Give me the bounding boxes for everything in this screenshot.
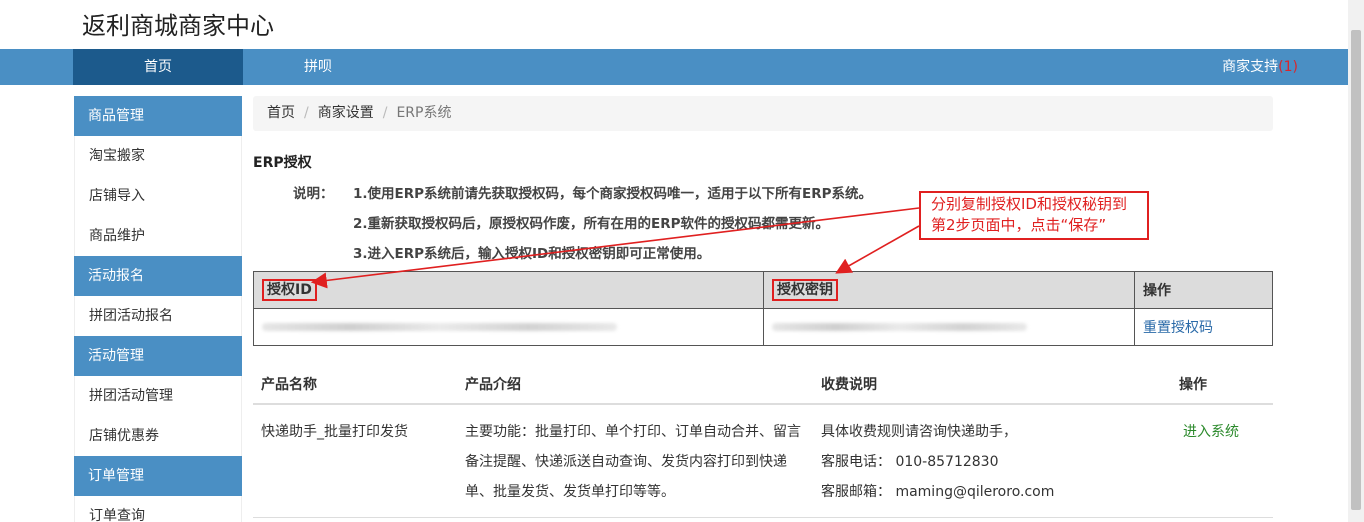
sidebar: 商品管理 淘宝搬家 店铺导入 商品维护 活动报名 拼团活动报名 活动管理 拼团活… bbox=[74, 96, 242, 522]
table-row: 快递助手_批量打印发货 主要功能：批量打印、单个打印、订单自动合并、留言备注提醒… bbox=[253, 404, 1273, 518]
product-intro-header: 产品介绍 bbox=[457, 364, 813, 405]
sidebar-item-shop-coupon[interactable]: 店铺优惠券 bbox=[74, 416, 242, 456]
reset-auth-code-link[interactable]: 重置授权码 bbox=[1143, 320, 1213, 336]
sidebar-item-group-signup[interactable]: 拼团活动报名 bbox=[74, 296, 242, 336]
sidebar-item-goods-maintain[interactable]: 商品维护 bbox=[74, 216, 242, 256]
auth-id-highlight: 授权ID bbox=[262, 279, 317, 301]
page-scrollbar[interactable] bbox=[1348, 0, 1364, 522]
auth-secret-value[interactable] bbox=[763, 308, 1135, 346]
fee-line-1: 具体收费规则请咨询快递助手， bbox=[821, 424, 1017, 440]
instruction-line-3: 3.进入ERP系统后，输入授权ID和授权密钥即可正常使用。 bbox=[353, 246, 711, 262]
sidebar-group-activity-manage[interactable]: 活动管理 bbox=[74, 336, 242, 376]
product-fee-header: 收费说明 bbox=[813, 364, 1171, 405]
arrow-to-auth-secret bbox=[835, 225, 920, 274]
sidebar-item-shop-import[interactable]: 店铺导入 bbox=[74, 176, 242, 216]
product-op-header: 操作 bbox=[1171, 364, 1273, 405]
fee-line-2: 客服电话： 010-85712830 bbox=[821, 454, 999, 470]
instruction-line-2: 2.重新获取授权码后，原授权码作废，所有在用的ERP软件的授权码都需更新。 bbox=[353, 216, 830, 232]
auth-secret-redacted bbox=[772, 323, 1027, 331]
product-op: 进入系统 bbox=[1171, 404, 1273, 518]
site-title: 返利商城商家中心 bbox=[82, 12, 274, 40]
support-label: 商家支持 bbox=[1222, 59, 1279, 75]
product-name-header: 产品名称 bbox=[253, 364, 457, 405]
auth-secret-header: 授权密钥 bbox=[763, 271, 1135, 309]
annotation-callout: 分别复制授权ID和授权秘钥到 第2步页面中，点击“保存” bbox=[919, 191, 1149, 240]
sidebar-item-taobao-move[interactable]: 淘宝搬家 bbox=[74, 136, 242, 176]
sidebar-item-order-query[interactable]: 订单查询 bbox=[74, 496, 242, 522]
enter-system-link[interactable]: 进入系统 bbox=[1183, 424, 1239, 440]
auth-table: 授权ID 授权密钥 操作 重置授权码 bbox=[253, 271, 1273, 346]
sidebar-group-goods[interactable]: 商品管理 bbox=[74, 96, 242, 136]
sidebar-item-group-manage[interactable]: 拼团活动管理 bbox=[74, 376, 242, 416]
breadcrumb-merchant-settings[interactable]: 商家设置 bbox=[318, 105, 374, 121]
fee-line-3: 客服邮箱： maming@qileroro.com bbox=[821, 484, 1055, 500]
auth-secret-highlight: 授权密钥 bbox=[772, 279, 838, 301]
auth-id-header: 授权ID bbox=[253, 271, 764, 309]
nav-merchant-support[interactable]: 商家支持(1) bbox=[1222, 49, 1298, 85]
breadcrumb-current: ERP系统 bbox=[396, 105, 452, 121]
auth-op-header: 操作 bbox=[1134, 271, 1273, 309]
section-title: ERP授权 bbox=[253, 155, 312, 171]
breadcrumb: 首页 / 商家设置 / ERP系统 bbox=[253, 96, 1273, 131]
instructions-label: 说明： bbox=[293, 186, 334, 202]
breadcrumb-separator: / bbox=[304, 105, 309, 121]
nav-home[interactable]: 首页 bbox=[73, 49, 243, 85]
product-table: 产品名称 产品介绍 收费说明 操作 快递助手_批量打印发货 主要功能：批量打印、… bbox=[253, 364, 1273, 518]
product-fee: 具体收费规则请咨询快递助手， 客服电话： 010-85712830 客服邮箱： … bbox=[813, 404, 1171, 518]
auth-id-value[interactable] bbox=[253, 308, 764, 346]
annotation-line-1: 分别复制授权ID和授权秘钥到 bbox=[931, 195, 1127, 213]
annotation-line-2: 第2步页面中，点击“保存” bbox=[931, 216, 1107, 234]
support-count-badge: (1) bbox=[1278, 59, 1298, 75]
auth-op-cell: 重置授权码 bbox=[1134, 308, 1273, 346]
scrollbar-thumb[interactable] bbox=[1351, 30, 1361, 510]
product-name: 快递助手_批量打印发货 bbox=[253, 404, 457, 518]
auth-id-redacted bbox=[262, 323, 617, 331]
sidebar-group-orders[interactable]: 订单管理 bbox=[74, 456, 242, 496]
nav-pintuan[interactable]: 拼呗 bbox=[243, 49, 393, 85]
sidebar-group-activity-signup[interactable]: 活动报名 bbox=[74, 256, 242, 296]
breadcrumb-separator: / bbox=[382, 105, 388, 121]
breadcrumb-home[interactable]: 首页 bbox=[267, 105, 295, 121]
product-intro: 主要功能：批量打印、单个打印、订单自动合并、留言备注提醒、快递派送自动查询、发货… bbox=[457, 404, 813, 518]
top-navigation: 首页 拼呗 商家支持(1) bbox=[0, 49, 1348, 85]
instruction-line-1: 1.使用ERP系统前请先获取授权码，每个商家授权码唯一，适用于以下所有ERP系统… bbox=[353, 186, 873, 202]
